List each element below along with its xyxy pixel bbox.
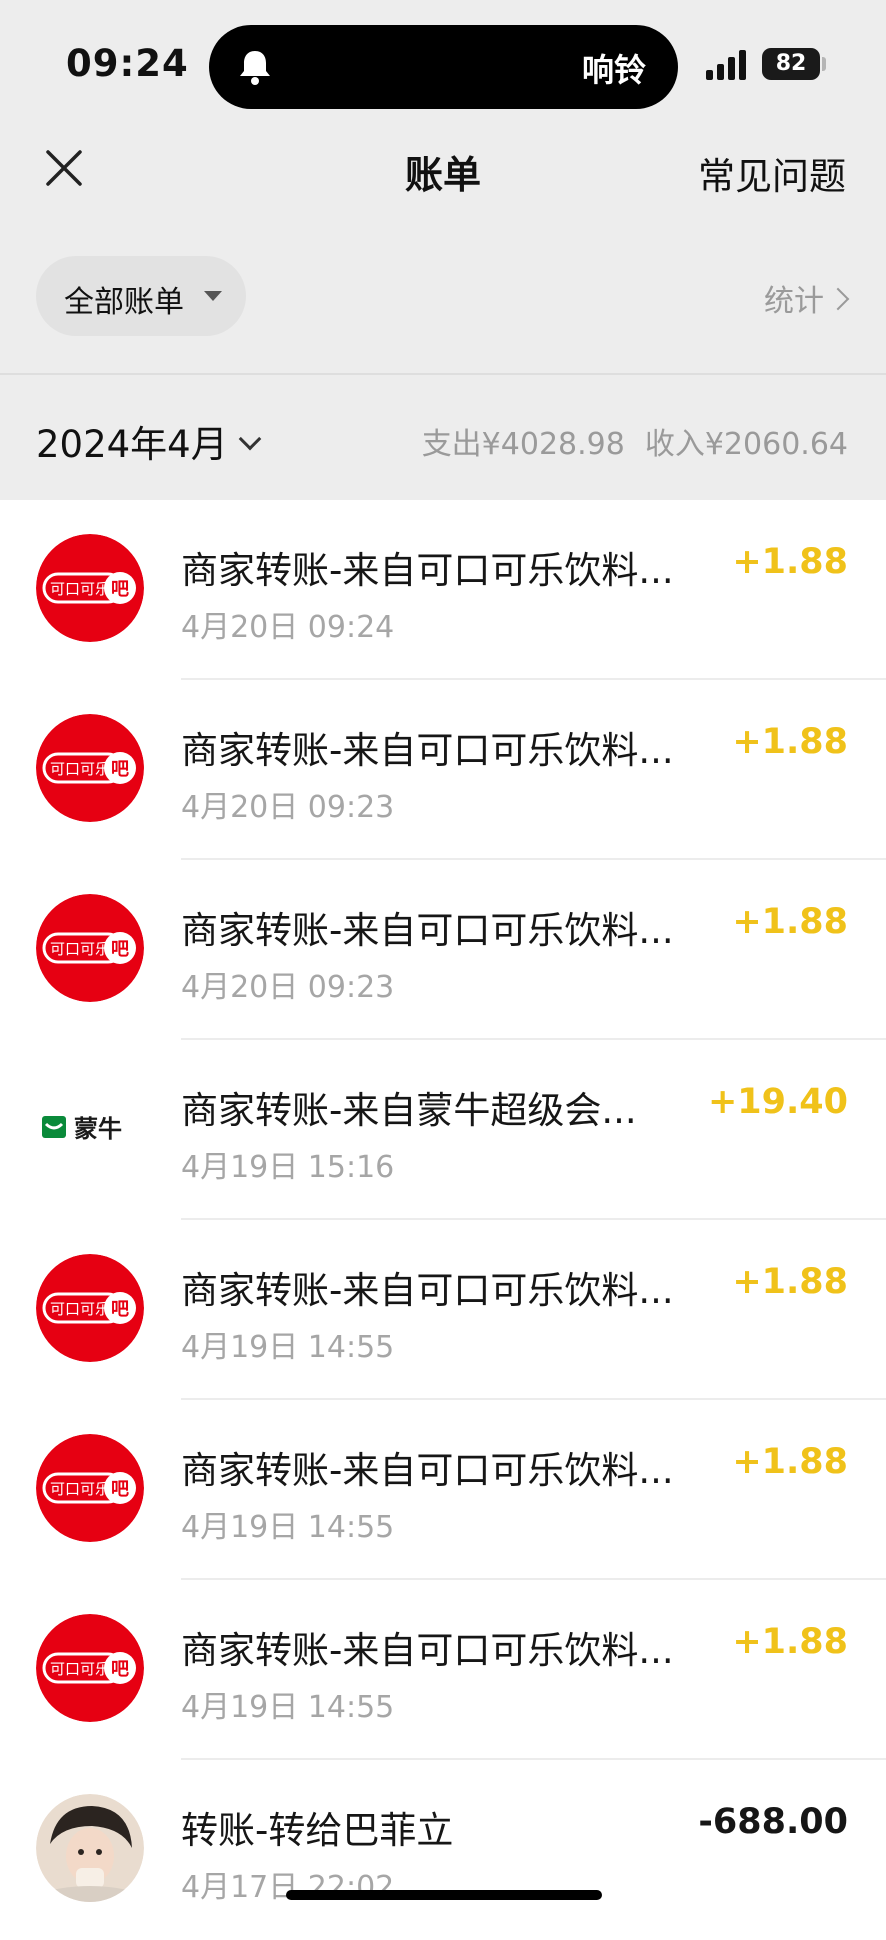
svg-text:吧: 吧	[111, 939, 129, 960]
transaction-row[interactable]: 可口可乐 吧 商家转账-来自可口可乐饮料... 4月20日 09:23 +1.8…	[0, 860, 886, 1040]
transaction-row[interactable]: 可口可乐 吧 商家转账-来自可口可乐饮料... 4月20日 09:24 +1.8…	[0, 500, 886, 680]
month-income: 收入¥2060.64	[644, 427, 848, 462]
month-expense: 支出¥4028.98	[421, 427, 625, 462]
transaction-amount: +1.88	[732, 1442, 848, 1482]
month-selector[interactable]: 2024年4月	[36, 414, 262, 468]
transaction-amount: +1.88	[732, 542, 848, 582]
transaction-title: 商家转账-来自可口可乐饮料...	[181, 549, 674, 592]
transaction-row[interactable]: 转账-转给巴菲立 4月17日 22:02 -688.00	[0, 1760, 886, 1940]
coke-bar-logo: 可口可乐 吧	[36, 1254, 144, 1362]
transaction-title: 商家转账-来自蒙牛超级会...	[181, 1089, 637, 1132]
bill-filter-label: 全部账单	[64, 285, 184, 320]
transaction-time: 4月20日 09:24	[181, 610, 395, 645]
battery-tip	[822, 57, 826, 71]
transaction-time: 4月20日 09:23	[181, 790, 395, 825]
transaction-amount: +1.88	[732, 722, 848, 762]
transaction-row[interactable]: 可口可乐 吧 商家转账-来自可口可乐饮料... 4月20日 09:23 +1.8…	[0, 680, 886, 860]
bell-icon	[240, 51, 270, 85]
svg-text:可口可乐: 可口可乐	[50, 1300, 110, 1318]
caret-down-icon	[204, 291, 222, 301]
coke-bar-logo: 可口可乐 吧	[36, 534, 144, 642]
transaction-time: 4月19日 14:55	[181, 1690, 395, 1725]
svg-text:吧: 吧	[111, 579, 129, 600]
transaction-amount: +19.40	[707, 1082, 848, 1122]
battery-icon: 82	[762, 48, 820, 80]
transaction-time: 4月19日 15:16	[181, 1150, 395, 1185]
transaction-row[interactable]: 蒙牛 商家转账-来自蒙牛超级会... 4月19日 15:16 +19.40	[0, 1040, 886, 1220]
month-label: 2024年4月	[36, 423, 228, 466]
faq-link[interactable]: 常见问题	[698, 146, 846, 200]
month-summary: 支出¥4028.98 收入¥2060.64	[422, 419, 848, 463]
transaction-row[interactable]: 可口可乐 吧 商家转账-来自可口可乐饮料... 4月19日 14:55 +1.8…	[0, 1220, 886, 1400]
chevron-right-icon	[826, 287, 850, 311]
transaction-time: 4月20日 09:23	[181, 970, 395, 1005]
svg-text:可口可乐: 可口可乐	[50, 1660, 110, 1678]
signal-icon	[706, 50, 746, 80]
home-indicator	[286, 1890, 602, 1900]
svg-text:吧: 吧	[111, 1659, 129, 1680]
transaction-title: 商家转账-来自可口可乐饮料...	[181, 1629, 674, 1672]
transaction-amount: +1.88	[732, 1622, 848, 1662]
transaction-title: 商家转账-来自可口可乐饮料...	[181, 909, 674, 952]
bill-filter-dropdown[interactable]: 全部账单	[36, 256, 246, 336]
coke-bar-logo: 可口可乐 吧	[36, 894, 144, 1002]
transaction-amount: +1.88	[732, 902, 848, 942]
svg-text:可口可乐: 可口可乐	[50, 940, 110, 958]
transaction-title: 商家转账-来自可口可乐饮料...	[181, 729, 674, 772]
svg-text:吧: 吧	[111, 759, 129, 780]
transaction-amount: +1.88	[732, 1262, 848, 1302]
mengniu-logo: 蒙牛	[36, 1074, 144, 1182]
svg-text:吧: 吧	[111, 1479, 129, 1500]
transaction-title: 转账-转给巴菲立	[181, 1809, 454, 1852]
transaction-title: 商家转账-来自可口可乐饮料...	[181, 1269, 674, 1312]
chevron-down-icon	[238, 427, 262, 451]
dynamic-island: 响铃	[209, 25, 678, 109]
coke-bar-logo: 可口可乐 吧	[36, 714, 144, 822]
svg-text:可口可乐: 可口可乐	[50, 760, 110, 778]
transaction-row[interactable]: 可口可乐 吧 商家转账-来自可口可乐饮料... 4月19日 14:55 +1.8…	[0, 1580, 886, 1760]
transaction-time: 4月19日 14:55	[181, 1330, 395, 1365]
stats-label: 统计	[764, 284, 824, 319]
divider	[0, 373, 886, 375]
svg-text:可口可乐: 可口可乐	[50, 580, 110, 598]
svg-text:可口可乐: 可口可乐	[50, 1480, 110, 1498]
coke-bar-logo: 可口可乐 吧	[36, 1434, 144, 1542]
user-avatar	[36, 1794, 144, 1902]
transaction-row[interactable]: 可口可乐 吧 商家转账-来自可口可乐饮料... 4月19日 14:55 +1.8…	[0, 1400, 886, 1580]
stats-link[interactable]: 统计	[764, 276, 850, 320]
svg-text:吧: 吧	[111, 1299, 129, 1320]
coke-bar-logo: 可口可乐 吧	[36, 1614, 144, 1722]
transaction-list: 可口可乐 吧 商家转账-来自可口可乐饮料... 4月20日 09:24 +1.8…	[0, 500, 886, 1940]
transaction-amount: -688.00	[698, 1802, 848, 1842]
status-time: 09:24	[66, 42, 189, 85]
transaction-title: 商家转账-来自可口可乐饮料...	[181, 1449, 674, 1492]
svg-text:蒙牛: 蒙牛	[74, 1115, 122, 1143]
ring-mode-label: 响铃	[581, 51, 646, 89]
transaction-time: 4月19日 14:55	[181, 1510, 395, 1545]
